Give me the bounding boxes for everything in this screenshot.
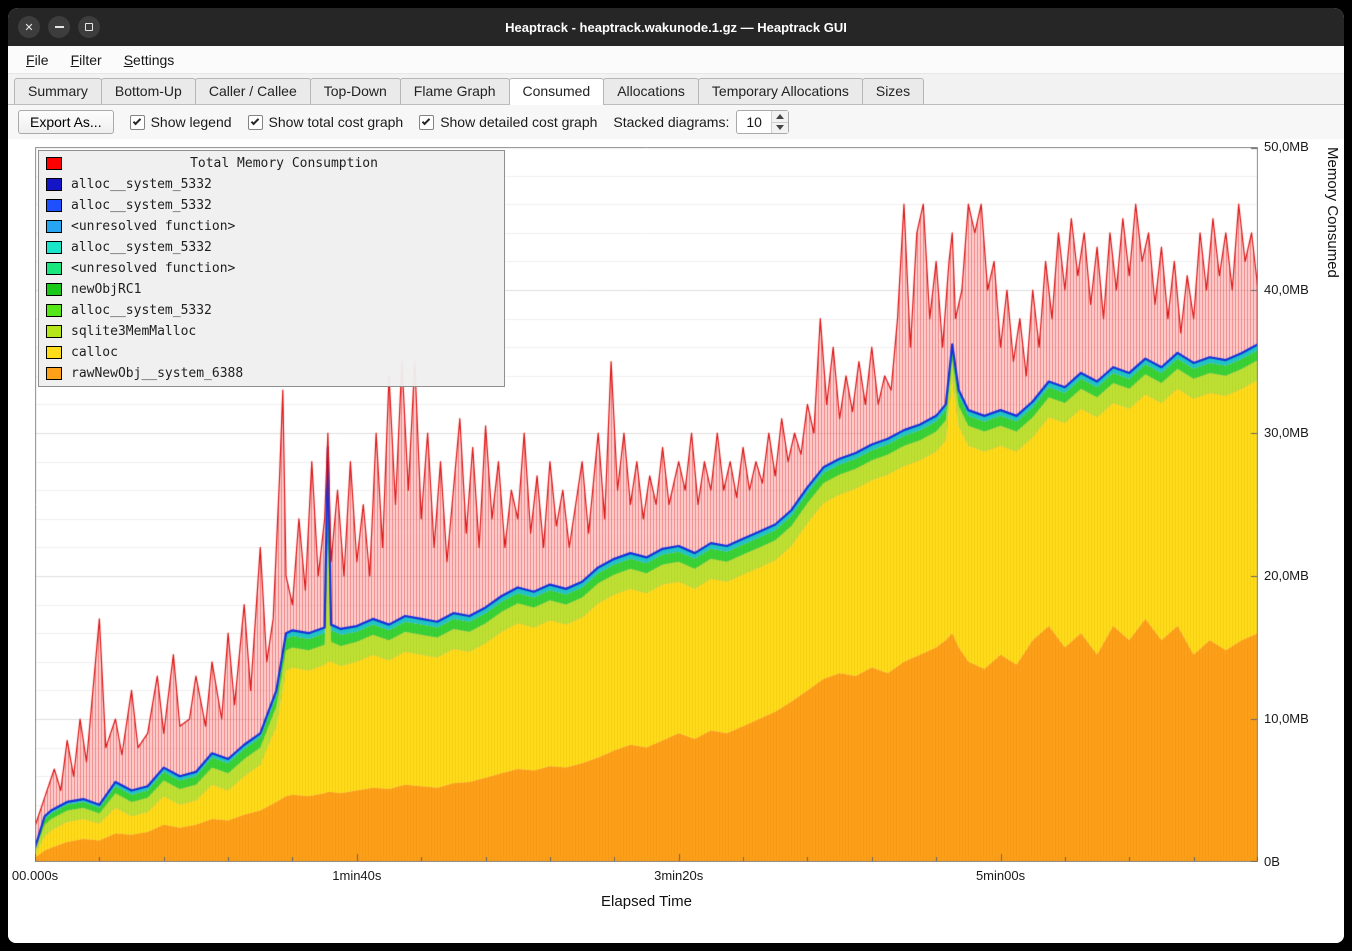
checkbox-box[interactable]: [248, 115, 263, 130]
show-total-cost-label: Show total cost graph: [269, 114, 404, 130]
legend-item-label: alloc__system_5332: [71, 198, 212, 213]
legend-item: alloc__system_5332: [39, 174, 504, 195]
legend-item: <unresolved function>: [39, 216, 504, 237]
x-tick-label: 00.000s: [12, 868, 58, 883]
legend-color-swatch: [46, 304, 62, 317]
tab-caller-callee[interactable]: Caller / Callee: [195, 78, 311, 104]
x-tick-label: 1min40s: [332, 868, 381, 883]
legend-item-label: Total Memory Consumption: [71, 156, 497, 171]
chart-legend: Total Memory Consumption alloc__system_5…: [38, 150, 505, 387]
legend-color-swatch: [46, 241, 62, 254]
tab-bottom-up[interactable]: Bottom-Up: [101, 78, 196, 104]
window-title: Heaptrack - heaptrack.wakunode.1.gz — He…: [8, 20, 1344, 35]
legend-color-swatch: [46, 220, 62, 233]
legend-color-swatch: [46, 325, 62, 338]
legend-item: calloc: [39, 342, 504, 363]
legend-color-swatch: [46, 157, 62, 170]
legend-item: Total Memory Consumption: [39, 153, 504, 174]
menu-settings[interactable]: Settings: [114, 49, 185, 71]
legend-color-swatch: [46, 178, 62, 191]
legend-item: alloc__system_5332: [39, 237, 504, 258]
legend-item-label: <unresolved function>: [71, 219, 235, 234]
legend-item-label: <unresolved function>: [71, 261, 235, 276]
tab-summary[interactable]: Summary: [14, 78, 102, 104]
x-tick-label: 3min20s: [654, 868, 703, 883]
menu-bar: File Filter Settings: [8, 46, 1344, 74]
y-tick-label: 0B: [1264, 854, 1280, 869]
checkmark-icon: [132, 116, 140, 124]
spinner-down-button[interactable]: [772, 123, 788, 134]
x-tick-label: 5min00s: [976, 868, 1025, 883]
checkmark-icon: [422, 116, 430, 124]
menu-file[interactable]: File: [16, 49, 59, 71]
minimize-icon[interactable]: [48, 16, 70, 38]
show-total-cost-checkbox[interactable]: Show total cost graph: [248, 114, 404, 130]
spinner-down-icon: [776, 125, 784, 130]
legend-item: <unresolved function>: [39, 258, 504, 279]
spinner-up-button[interactable]: [772, 111, 788, 123]
app-window: ✕ Heaptrack - heaptrack.wakunode.1.gz — …: [8, 8, 1344, 943]
checkmark-icon: [250, 116, 258, 124]
show-legend-label: Show legend: [151, 114, 232, 130]
legend-item-label: alloc__system_5332: [71, 240, 212, 255]
tab-sizes[interactable]: Sizes: [862, 78, 924, 104]
legend-item-label: rawNewObj__system_6388: [71, 366, 243, 381]
legend-color-swatch: [46, 283, 62, 296]
checkbox-box[interactable]: [130, 115, 145, 130]
show-detailed-cost-checkbox[interactable]: Show detailed cost graph: [419, 114, 597, 130]
y-tick-label: 30,0MB: [1264, 425, 1309, 440]
tab-bar: Summary Bottom-Up Caller / Callee Top-Do…: [8, 74, 1344, 105]
stacked-diagrams-control: Stacked diagrams: 10: [613, 110, 789, 134]
legend-color-swatch: [46, 346, 62, 359]
title-bar: ✕ Heaptrack - heaptrack.wakunode.1.gz — …: [8, 8, 1344, 46]
legend-color-swatch: [46, 367, 62, 380]
tab-allocations[interactable]: Allocations: [603, 78, 699, 104]
legend-item: alloc__system_5332: [39, 195, 504, 216]
legend-item-label: alloc__system_5332: [71, 303, 212, 318]
y-tick-label: 40,0MB: [1264, 282, 1309, 297]
checkbox-box[interactable]: [419, 115, 434, 130]
minimize-glyph: [55, 26, 64, 28]
maximize-glyph: [85, 23, 93, 31]
y-axis-title: Memory Consumed: [1324, 147, 1341, 862]
tab-flame-graph[interactable]: Flame Graph: [400, 78, 510, 104]
stacked-diagrams-value[interactable]: 10: [737, 111, 771, 133]
x-axis-title: Elapsed Time: [35, 893, 1258, 910]
legend-color-swatch: [46, 262, 62, 275]
legend-item: sqlite3MemMalloc: [39, 321, 504, 342]
legend-item: alloc__system_5332: [39, 300, 504, 321]
x-axis-labels: 00.000s1min40s3min20s5min00s: [35, 868, 1258, 888]
show-detailed-cost-label: Show detailed cost graph: [440, 114, 597, 130]
y-tick-label: 50,0MB: [1264, 139, 1309, 154]
tab-consumed[interactable]: Consumed: [509, 78, 605, 105]
close-icon[interactable]: ✕: [18, 16, 40, 38]
spinner-up-icon: [776, 114, 784, 119]
maximize-icon[interactable]: [78, 16, 100, 38]
legend-item: rawNewObj__system_6388: [39, 363, 504, 384]
legend-color-swatch: [46, 199, 62, 212]
stacked-diagrams-spinner[interactable]: 10: [736, 110, 789, 134]
show-legend-checkbox[interactable]: Show legend: [130, 114, 232, 130]
legend-item-label: newObjRC1: [71, 282, 141, 297]
menu-filter[interactable]: Filter: [61, 49, 112, 71]
y-tick-label: 10,0MB: [1264, 711, 1309, 726]
legend-item: newObjRC1: [39, 279, 504, 300]
tab-temporary-allocations[interactable]: Temporary Allocations: [698, 78, 863, 104]
window-controls: ✕: [18, 8, 100, 46]
tab-top-down[interactable]: Top-Down: [310, 78, 401, 104]
stacked-diagrams-label: Stacked diagrams:: [613, 114, 729, 130]
export-as-button[interactable]: Export As...: [18, 110, 114, 134]
legend-item-label: sqlite3MemMalloc: [71, 324, 196, 339]
y-tick-label: 20,0MB: [1264, 568, 1309, 583]
spinner-buttons: [771, 111, 788, 133]
legend-item-label: calloc: [71, 345, 118, 360]
chart-area: Total Memory Consumption alloc__system_5…: [8, 139, 1344, 943]
chart-toolbar: Export As... Show legend Show total cost…: [8, 105, 1344, 139]
legend-item-label: alloc__system_5332: [71, 177, 212, 192]
